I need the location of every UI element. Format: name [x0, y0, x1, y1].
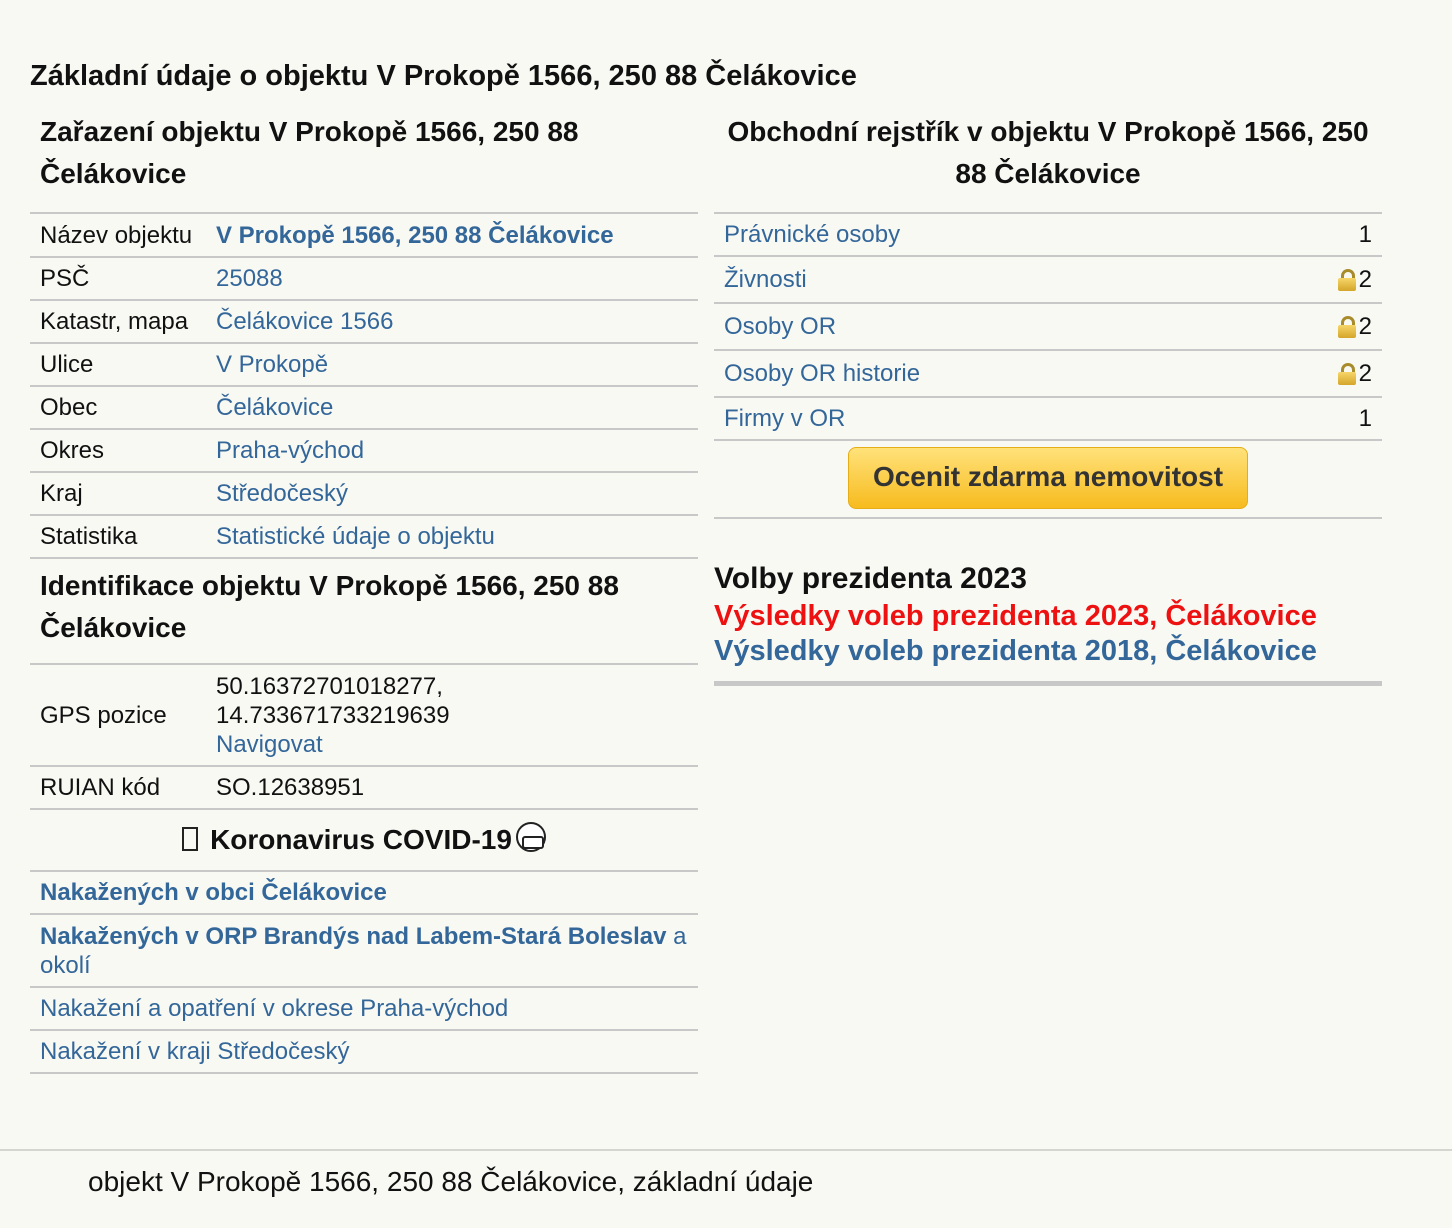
table-row: Obec Čelákovice [30, 385, 698, 429]
table-row: Firmy v OR 1 [714, 396, 1382, 441]
table-row: Okres Praha-východ [30, 428, 698, 472]
estimate-property-button[interactable]: Ocenit zdarma nemovitost [847, 447, 1249, 509]
election-2018-link[interactable]: Výsledky voleb prezidenta 2018, Čelákovi… [714, 634, 1382, 669]
business-register-table: Právnické osoby 1 Živnosti 2 Osoby OR 2 … [714, 212, 1382, 441]
trades-link[interactable]: Živnosti [724, 266, 807, 293]
persons-or-history-link[interactable]: Osoby OR historie [724, 360, 920, 387]
municipality-link[interactable]: Čelákovice [216, 394, 333, 421]
election-2023-link[interactable]: Výsledky voleb prezidenta 2023, Čelákovi… [714, 599, 1382, 634]
identification-heading: Identifikace objektu V Prokopě 1566, 250… [40, 570, 619, 643]
gps-latitude: 50.16372701018277, [216, 673, 443, 700]
lock-icon [1337, 363, 1356, 385]
navigate-link[interactable]: Navigovat [216, 731, 323, 758]
covid-region-link[interactable]: Nakažení v kraji Středočeský [40, 1038, 349, 1065]
ruian-value: SO.12638951 [206, 765, 698, 810]
left-column: Zařazení objektu V Prokopě 1566, 250 88 … [30, 108, 698, 1074]
row-label: Obec [30, 385, 206, 429]
table-row: Statistika Statistické údaje o objektu [30, 514, 698, 559]
classification-table: Název objektu V Prokopě 1566, 250 88 Čel… [30, 212, 698, 559]
row-label: Kraj [30, 471, 206, 515]
face-mask-icon [515, 822, 546, 852]
elections-heading: Volby prezidenta 2023 [714, 562, 1027, 595]
covid-municipality-link[interactable]: Nakažených v obci Čelákovice [40, 879, 387, 906]
table-row: Katastr, mapa Čelákovice 1566 [30, 299, 698, 343]
row-count: 2 [1358, 360, 1372, 387]
table-row: Nakažení v kraji Středočeský [30, 1029, 698, 1074]
row-label: RUIAN kód [30, 765, 206, 810]
persons-or-link[interactable]: Osoby OR [724, 313, 836, 340]
lock-icon [1337, 316, 1356, 338]
footer-text: objekt V Prokopě 1566, 250 88 Čelákovice… [88, 1166, 814, 1197]
classification-heading: Zařazení objektu V Prokopě 1566, 250 88 … [40, 116, 579, 189]
table-row: Nakažení a opatření v okrese Praha-výcho… [30, 986, 698, 1030]
table-row: Osoby OR historie 2 [714, 349, 1382, 397]
gps-longitude: 14.733671733219639 [216, 702, 450, 729]
table-row: Živnosti 2 [714, 255, 1382, 303]
street-link[interactable]: V Prokopě [216, 351, 328, 378]
legal-entities-link[interactable]: Právnické osoby [724, 221, 900, 248]
table-row: Právnické osoby 1 [714, 212, 1382, 256]
district-link[interactable]: Praha-východ [216, 437, 364, 464]
table-row: Ulice V Prokopě [30, 342, 698, 386]
object-name-link[interactable]: V Prokopě 1566, 250 88 Čelákovice [216, 222, 614, 249]
statistics-link[interactable]: Statistické údaje o objektu [216, 523, 495, 550]
estimate-button-wrap: Ocenit zdarma nemovitost [714, 441, 1382, 519]
table-row: Osoby OR 2 [714, 302, 1382, 350]
identification-table: GPS pozice 50.16372701018277, 14.7336717… [30, 663, 698, 810]
companies-or-link[interactable]: Firmy v OR [724, 405, 845, 432]
section-divider [714, 681, 1382, 686]
row-count: 1 [1302, 212, 1382, 256]
table-row: PSČ 25088 [30, 256, 698, 300]
row-label: Okres [30, 428, 206, 472]
covid-heading: Koronavirus COVID-19 [30, 810, 698, 870]
table-row: RUIAN kód SO.12638951 [30, 765, 698, 810]
row-label: Ulice [30, 342, 206, 386]
lock-icon [1337, 269, 1356, 291]
cadastre-map-link[interactable]: Čelákovice 1566 [216, 308, 393, 335]
table-row: GPS pozice 50.16372701018277, 14.7336717… [30, 663, 698, 766]
row-label: GPS pozice [30, 663, 206, 766]
row-count: 2 [1358, 313, 1372, 340]
table-row: Kraj Středočeský [30, 471, 698, 515]
row-count: 1 [1302, 396, 1382, 441]
row-count: 2 [1358, 266, 1372, 293]
footer-divider [0, 1149, 1452, 1151]
business-register-heading: Obchodní rejstřík v objektu V Prokopě 15… [727, 116, 1369, 189]
table-row: Nakažených v ORP Brandýs nad Labem-Stará… [30, 913, 698, 987]
row-label: Statistika [30, 514, 206, 559]
postal-code-link[interactable]: 25088 [216, 265, 283, 292]
covid-links-table: Nakažených v obci Čelákovice Nakažených … [30, 870, 698, 1074]
row-label: PSČ [30, 256, 206, 300]
right-column: Obchodní rejstřík v objektu V Prokopě 15… [714, 108, 1382, 686]
region-link[interactable]: Středočeský [216, 480, 348, 507]
page-title: Základní údaje o objektu V Prokopě 1566,… [30, 60, 857, 92]
row-label: Název objektu [30, 212, 206, 257]
gps-value: 50.16372701018277, 14.733671733219639 Na… [206, 663, 698, 766]
box-glyph-icon [182, 827, 199, 851]
covid-orp-link[interactable]: Nakažených v ORP Brandýs nad Labem-Stará… [40, 923, 687, 979]
table-row: Nakažených v obci Čelákovice [30, 870, 698, 914]
covid-title-text: Koronavirus COVID-19 [210, 824, 512, 855]
row-label: Katastr, mapa [30, 299, 206, 343]
covid-district-link[interactable]: Nakažení a opatření v okrese Praha-výcho… [40, 995, 508, 1022]
table-row: Název objektu V Prokopě 1566, 250 88 Čel… [30, 212, 698, 257]
